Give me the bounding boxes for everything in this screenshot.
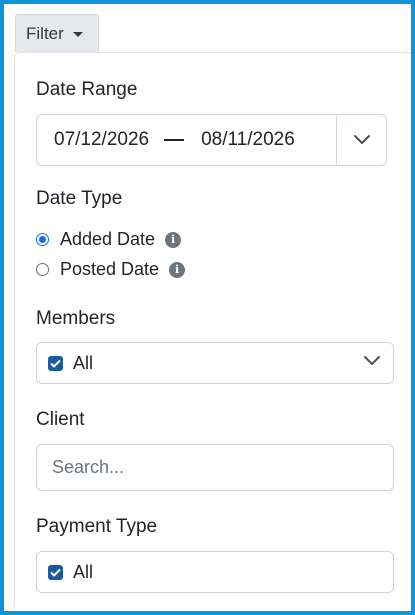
info-icon[interactable]: i [165, 231, 182, 248]
date-range-label: Date Range [36, 79, 138, 100]
start-date: 07/12/2026 [54, 129, 150, 150]
radio-added-date-label: Added Date [60, 229, 156, 249]
client-search-field[interactable] [36, 444, 394, 491]
filter-dropdown-button[interactable]: Filter [15, 14, 99, 52]
members-select[interactable]: All [36, 342, 394, 384]
checkbox-checked-icon[interactable] [48, 355, 63, 371]
chevron-down-icon [353, 135, 370, 144]
date-range-values[interactable]: 07/12/2026 08/11/2026 [37, 115, 336, 165]
members-value: All [73, 352, 94, 373]
radio-posted-date[interactable]: Posted Date i [36, 259, 186, 280]
members-label: Members [36, 308, 116, 329]
client-label: Client [36, 409, 85, 430]
filter-frame: Filter Date Range 07/12/2026 08/11/2026 … [4, 4, 411, 611]
payment-type-label: Payment Type [36, 516, 158, 537]
radio-button-unchecked[interactable] [36, 263, 49, 276]
radio-added-date[interactable]: Added Date i [36, 229, 182, 250]
caret-down-icon [72, 31, 83, 37]
date-range-picker[interactable]: 07/12/2026 08/11/2026 [36, 114, 387, 166]
payment-type-value: All [73, 561, 94, 582]
end-date: 08/11/2026 [201, 129, 295, 150]
filter-button-label: Filter [26, 23, 64, 43]
radio-button-checked[interactable] [36, 233, 49, 246]
chevron-down-icon[interactable] [363, 355, 381, 367]
date-type-label: Date Type [36, 188, 123, 209]
client-search-input[interactable] [52, 457, 372, 478]
info-icon[interactable]: i [169, 261, 186, 278]
payment-type-select[interactable]: All [36, 551, 394, 593]
checkbox-checked-icon[interactable] [48, 564, 63, 580]
date-range-toggle-button[interactable] [336, 115, 386, 165]
radio-posted-date-label: Posted Date [60, 259, 160, 279]
date-separator [164, 139, 185, 141]
